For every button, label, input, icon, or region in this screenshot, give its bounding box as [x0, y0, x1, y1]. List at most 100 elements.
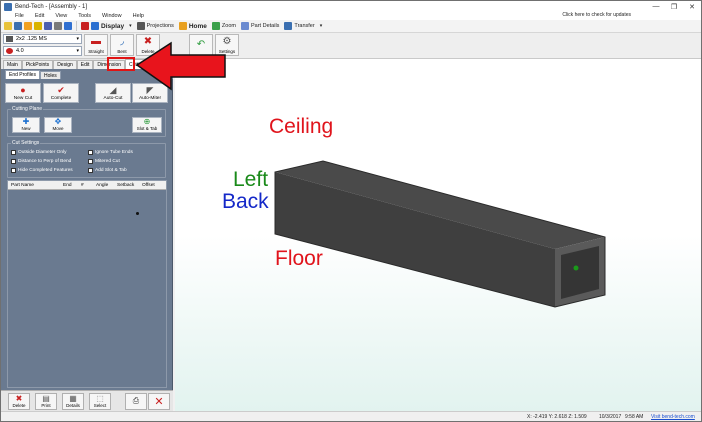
- tube-model[interactable]: [175, 59, 701, 411]
- transfer-button[interactable]: Transfer: [294, 23, 314, 29]
- new-plane-button[interactable]: ✚ New: [12, 117, 40, 133]
- 3d-viewport[interactable]: Ceiling Left Back Floor: [175, 59, 701, 411]
- display-icon[interactable]: [91, 22, 99, 30]
- zoom-button[interactable]: Zoom: [222, 23, 236, 29]
- straight-label: Straight: [88, 49, 104, 54]
- menu-edit[interactable]: Edit: [35, 13, 44, 19]
- checkbox-label: Mitered Cut: [95, 159, 120, 164]
- folder-icon[interactable]: [24, 22, 32, 30]
- cursor-marker: [136, 212, 139, 215]
- bent-tube-icon: ◞: [120, 36, 124, 47]
- checkbox-box: [11, 159, 16, 164]
- tab-edit[interactable]: Edit: [76, 60, 94, 69]
- panel-bottom-bar: ✖ Delete ▤ Print ▦ Details ⬚ Select ⎙ ✕: [1, 390, 173, 411]
- print-cut-label: Print: [41, 403, 51, 408]
- cuts-table[interactable]: Part Name End # Angle Setback Offset: [7, 180, 167, 388]
- delete-cut-button[interactable]: ✖ Delete: [8, 393, 30, 410]
- new-plane-label: New: [21, 126, 31, 131]
- column-number[interactable]: #: [81, 183, 84, 188]
- column-setback[interactable]: Setback: [117, 183, 134, 188]
- straight-button[interactable]: ▬ Straight: [84, 34, 108, 56]
- profile-select[interactable]: 2x2 .125 MS ▾: [3, 34, 82, 44]
- hide-completed-checkbox[interactable]: Hide Completed Features: [11, 168, 73, 173]
- tab-main[interactable]: Main: [3, 60, 22, 69]
- project-icon[interactable]: [34, 22, 42, 30]
- complete-button[interactable]: ✔ Complete: [43, 83, 79, 103]
- update-notice-link[interactable]: Click here to check for updates: [562, 12, 631, 18]
- open-icon[interactable]: [14, 22, 22, 30]
- checkbox-box: [11, 150, 16, 155]
- cutting-plane-group: Cutting Plane ✚ New ✥ Move ⊕ Slot & Tab: [7, 106, 166, 137]
- main-toolbar: Display ▾ Projections Home Zoom Part Det…: [1, 20, 701, 33]
- column-end[interactable]: End: [63, 183, 72, 188]
- display-dropdown-arrow[interactable]: ▾: [129, 23, 132, 29]
- print-cut-button[interactable]: ▤ Print: [35, 393, 57, 410]
- pick-point-marker[interactable]: [573, 265, 579, 271]
- move-icon: ✥: [54, 117, 62, 126]
- radius-value: 4.0: [16, 48, 24, 54]
- tube-profile-icon: [6, 36, 13, 42]
- radius-select[interactable]: 4.0 ▾: [3, 46, 82, 56]
- part-details-button[interactable]: Part Details: [251, 23, 279, 29]
- display-menu-button[interactable]: Display: [101, 23, 124, 30]
- home-icon[interactable]: [178, 22, 187, 30]
- maximize-button[interactable]: ❐: [665, 1, 683, 12]
- ignore-tube-ends-checkbox[interactable]: Ignore Tube Ends: [88, 150, 133, 155]
- projections-icon[interactable]: [136, 22, 145, 30]
- transfer-icon[interactable]: [284, 22, 293, 30]
- auto-cut-button[interactable]: ◢ Auto-Cut: [95, 83, 131, 103]
- home-button[interactable]: Home: [189, 23, 207, 30]
- table-header: Part Name End # Angle Setback Offset: [8, 181, 166, 190]
- transfer-dropdown-arrow[interactable]: ▾: [320, 23, 323, 29]
- help-icon[interactable]: [81, 22, 89, 30]
- close-button[interactable]: ✕: [683, 1, 701, 12]
- save-icon[interactable]: [44, 22, 52, 30]
- move-plane-label: Move: [52, 126, 64, 131]
- checkbox-label: Add Slot & Tab: [95, 168, 127, 173]
- auto-cut-label: Auto-Cut: [103, 96, 123, 101]
- subtab-end-profiles[interactable]: End Profiles: [5, 70, 40, 79]
- outside-diameter-checkbox[interactable]: Outside Diameter Only: [11, 150, 67, 155]
- select-button[interactable]: ⬚ Select: [89, 393, 111, 410]
- projections-button[interactable]: Projections: [147, 23, 174, 29]
- printer-icon: ⎙: [132, 396, 140, 405]
- new-file-icon[interactable]: [4, 22, 12, 30]
- coordinate-readout: X: -2.419 Y: 2.618 Z: 1.509: [527, 414, 587, 420]
- website-link[interactable]: Visit bend-tech.com: [651, 414, 695, 420]
- part-details-icon[interactable]: [240, 22, 249, 30]
- tab-pickpoints[interactable]: PickPoints: [21, 60, 54, 69]
- zoom-icon[interactable]: [211, 22, 220, 30]
- bent-button[interactable]: ◞ Bent: [110, 34, 134, 56]
- column-part-name[interactable]: Part Name: [11, 183, 34, 188]
- menu-view[interactable]: View: [55, 13, 67, 19]
- mitered-cut-checkbox[interactable]: Mitered Cut: [88, 159, 120, 164]
- menu-file[interactable]: File: [15, 13, 24, 19]
- move-plane-button[interactable]: ✥ Move: [44, 117, 72, 133]
- column-offset[interactable]: Offset: [142, 183, 155, 188]
- checkmark-icon: ✔: [57, 84, 65, 95]
- tab-design[interactable]: Design: [53, 60, 77, 69]
- checkbox-box: [88, 150, 93, 155]
- minimize-button[interactable]: —: [647, 1, 665, 12]
- new-cut-button[interactable]: ● New Cut: [5, 83, 41, 103]
- menu-tools[interactable]: Tools: [78, 13, 91, 19]
- menu-help[interactable]: Help: [133, 13, 144, 19]
- menu-window[interactable]: Window: [102, 13, 122, 19]
- subtab-holes[interactable]: Holes: [39, 71, 61, 79]
- app-logo-icon: [4, 2, 12, 11]
- checkbox-box: [11, 168, 16, 173]
- menu-bar: File Edit View Tools Window Help Click h…: [1, 12, 701, 20]
- close-panel-button[interactable]: ✕: [148, 393, 170, 410]
- add-slot-tab-checkbox[interactable]: Add Slot & Tab: [88, 168, 127, 173]
- checkbox-label: Outside Diameter Only: [18, 150, 67, 155]
- distance-perp-checkbox[interactable]: Distance to Perp of Bend: [11, 159, 71, 164]
- slot-tab-button[interactable]: ⊕ Slot & Tab: [132, 117, 162, 133]
- slot-tab-label: Slot & Tab: [136, 126, 158, 131]
- details-icon: ▦: [69, 394, 77, 403]
- save-as-icon[interactable]: [64, 22, 72, 30]
- status-date: 10/3/2017: [599, 414, 622, 420]
- printer-button[interactable]: ⎙: [125, 393, 147, 410]
- details-button[interactable]: ▦ Details: [62, 393, 84, 410]
- column-angle[interactable]: Angle: [96, 183, 108, 188]
- print-icon[interactable]: [54, 22, 62, 30]
